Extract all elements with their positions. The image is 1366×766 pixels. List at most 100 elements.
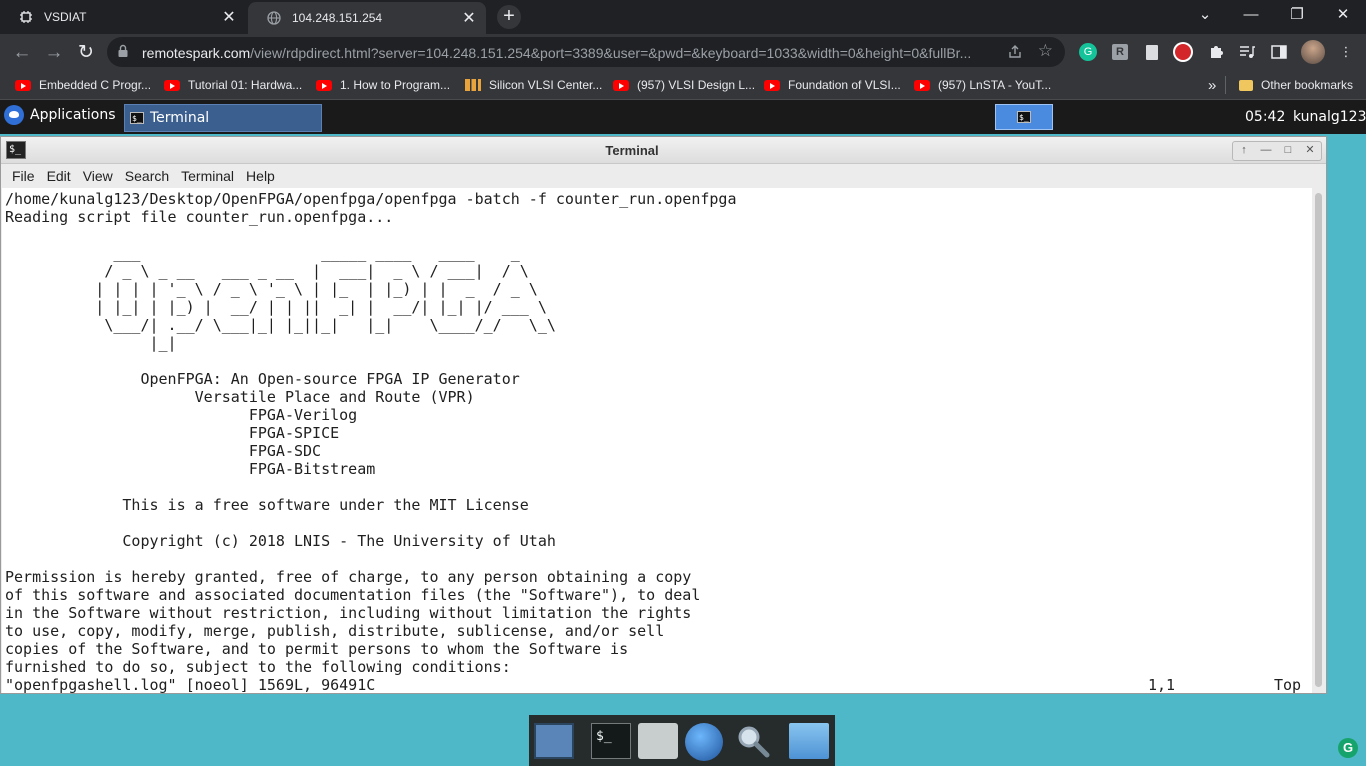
avatar[interactable]	[1301, 40, 1325, 64]
youtube-icon	[764, 79, 780, 91]
chip-icon	[18, 9, 34, 25]
tab-search-chevron-icon[interactable]: ⌄	[1182, 0, 1228, 30]
minimize-button[interactable]: —	[1228, 0, 1274, 30]
tab-remote-desktop[interactable]: 104.248.151.254 ✕	[248, 2, 486, 34]
terminal-line: Copyright (c) 2018 LNIS - The University…	[5, 532, 556, 550]
menu-edit[interactable]: Edit	[47, 168, 71, 184]
applications-label: Applications	[30, 107, 116, 123]
clock[interactable]: 05:42	[1245, 109, 1285, 125]
r-icon[interactable]: R	[1110, 42, 1130, 62]
terminal-line: FPGA-SDC	[5, 442, 322, 460]
forward-arrow-icon[interactable]: →	[41, 40, 67, 66]
menu-view[interactable]: View	[83, 168, 113, 184]
taskbar-terminal-button[interactable]: $_ Terminal	[124, 104, 322, 132]
search-icon[interactable]	[735, 723, 771, 759]
terminal-line: | |_| | |_) | __/ | | || _| | __/| |_| |…	[5, 298, 547, 316]
sidepanel-icon[interactable]	[1269, 42, 1289, 62]
bookmark-item[interactable]: Tutorial 01: Hardwa...	[164, 77, 302, 93]
new-tab-button[interactable]: +	[497, 5, 521, 29]
terminal-line: copies of the Software, and to permit pe…	[5, 640, 629, 658]
bookmark-item[interactable]: Silicon VLSI Center...	[465, 77, 602, 93]
bookmark-item[interactable]: Foundation of VLSI...	[764, 77, 901, 93]
status-cursor-position: 1,1	[1148, 676, 1176, 693]
menu-file[interactable]: File	[12, 168, 35, 184]
reload-icon[interactable]: ↻	[73, 40, 99, 66]
bookmark-label: 1. How to Program...	[340, 78, 451, 92]
bookmark-item[interactable]: Embedded C Progr...	[15, 77, 151, 93]
web-browser-icon[interactable]	[685, 723, 723, 761]
tab-title: VSDIAT	[44, 10, 87, 24]
grammarly-icon[interactable]: G	[1338, 738, 1358, 758]
scrollbar[interactable]	[1313, 189, 1325, 693]
grammarly-icon[interactable]: G	[1078, 42, 1098, 62]
tab-title: 104.248.151.254	[292, 11, 383, 25]
tab-vsdiat[interactable]: VSDIAT ✕	[0, 0, 246, 34]
terminal-icon[interactable]: $_	[591, 723, 631, 759]
bookmark-item[interactable]: 1. How to Program...	[316, 77, 450, 93]
url-path: /view/rdpdirect.html?server=104.248.151.…	[250, 45, 972, 61]
shade-button[interactable]: ↑	[1233, 142, 1255, 160]
maximize-button[interactable]: □	[1277, 142, 1299, 160]
terminal-line: Versatile Place and Route (VPR)	[5, 388, 475, 406]
home-folder-icon[interactable]	[638, 723, 678, 759]
terminal-line: in the Software without restriction, inc…	[5, 604, 692, 622]
bookmark-item[interactable]: (957) LnSTA - YouT...	[914, 77, 1051, 93]
status-scroll-position: Top	[1274, 676, 1302, 693]
youtube-icon	[15, 79, 31, 91]
terminal-line: / _ \ _ __ ___ _ __ | ___| _ \ / ___| / …	[5, 262, 529, 280]
workspace-switcher[interactable]: $_	[995, 104, 1053, 130]
close-window-button[interactable]: ✕	[1320, 0, 1366, 30]
menu-help[interactable]: Help	[246, 168, 275, 184]
terminal-output[interactable]: /home/kunalg123/Desktop/OpenFPGA/openfpg…	[2, 188, 1312, 693]
window-title: Terminal	[605, 143, 659, 158]
bookmarks-divider	[1225, 76, 1226, 94]
folder-icon	[1239, 79, 1253, 91]
terminal-line: FPGA-SPICE	[5, 424, 340, 442]
terminal-icon: $_	[130, 112, 144, 124]
bookmark-label: (957) VLSI Design L...	[637, 78, 756, 92]
vim-status-line: "openfpgashell.log" [noeol] 1569L, 96491…	[2, 676, 1312, 693]
file-manager-icon[interactable]	[789, 723, 829, 759]
menu-terminal[interactable]: Terminal	[181, 168, 234, 184]
other-bookmarks[interactable]: Other bookmarks	[1239, 77, 1353, 93]
menu-search[interactable]: Search	[125, 168, 169, 184]
bookmark-label: (957) LnSTA - YouT...	[938, 78, 1052, 92]
menu-bar: File Edit View Search Terminal Help	[1, 164, 1326, 188]
kebab-menu-icon[interactable]: ⋮	[1336, 42, 1356, 62]
back-arrow-icon[interactable]: ←	[9, 40, 35, 66]
puzzle-icon[interactable]	[1206, 42, 1226, 62]
address-bar[interactable]: remotespark.com/view/rdpdirect.html?serv…	[107, 37, 1065, 67]
close-tab-icon[interactable]: ✕	[218, 7, 240, 27]
status-file-info: "openfpgashell.log" [noeol] 1569L, 96491…	[5, 676, 376, 693]
applications-menu[interactable]: Applications	[4, 105, 116, 125]
youtube-icon	[164, 79, 180, 91]
close-button[interactable]: ✕	[1299, 142, 1321, 160]
terminal-line: Permission is hereby granted, free of ch…	[5, 568, 692, 586]
share-icon[interactable]	[1007, 44, 1023, 65]
username[interactable]: kunalg123	[1293, 109, 1366, 125]
adblock-icon[interactable]	[1173, 42, 1193, 62]
scrollbar-thumb[interactable]	[1315, 193, 1322, 687]
terminal-line: FPGA-Verilog	[5, 406, 358, 424]
restore-button[interactable]: ❐	[1274, 0, 1320, 30]
lock-icon[interactable]	[117, 44, 129, 63]
dock: $_	[529, 715, 835, 766]
bookmark-label: Foundation of VLSI...	[788, 78, 901, 92]
window-titlebar[interactable]: $_ Terminal ↑ — □ ✕	[1, 137, 1326, 164]
terminal-text: /home/kunalg123/Desktop/OpenFPGA/openfpg…	[2, 188, 1312, 676]
desktop-icon[interactable]	[534, 723, 574, 759]
xfce-panel: Applications $_ Terminal $_ 05:42 kunalg…	[0, 100, 1366, 134]
terminal-line: of this software and associated document…	[5, 586, 701, 604]
bookmark-star-icon[interactable]: ☆	[1038, 41, 1053, 61]
browser-toolbar: ← → ↻ remotespark.com/view/rdpdirect.htm…	[0, 34, 1366, 71]
youtube-icon	[316, 79, 332, 91]
minimize-button[interactable]: —	[1255, 142, 1277, 160]
url-text[interactable]: remotespark.com/view/rdpdirect.html?serv…	[142, 45, 997, 61]
doc-icon[interactable]	[1142, 42, 1162, 62]
bookmark-item[interactable]: (957) VLSI Design L...	[613, 77, 755, 93]
bookmarks-overflow-button[interactable]: »	[1208, 77, 1216, 94]
playlist-icon[interactable]	[1237, 42, 1257, 62]
close-tab-icon[interactable]: ✕	[458, 8, 480, 28]
